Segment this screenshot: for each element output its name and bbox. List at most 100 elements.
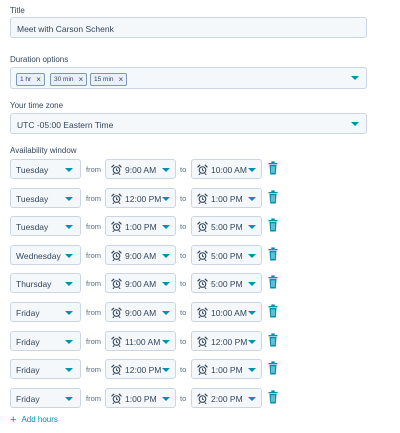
close-icon[interactable]: ×	[79, 75, 84, 84]
chevron-down-icon	[162, 168, 170, 172]
start-time-select[interactable]: 12:00 PM	[105, 359, 176, 379]
chevron-down-icon	[248, 340, 256, 344]
alarm-clock-icon	[111, 307, 122, 319]
availability-row: Friday from 9:00 AM to 10:00 AM	[10, 302, 390, 322]
trash-icon[interactable]	[268, 161, 278, 175]
chevron-down-icon	[162, 282, 170, 286]
chevron-down-icon	[65, 282, 73, 286]
end-time-select[interactable]: 2:00 PM	[191, 388, 262, 408]
timezone-value: UTC -05:00 Eastern Time	[17, 120, 114, 130]
timezone-select[interactable]: UTC -05:00 Eastern Time	[10, 113, 367, 134]
duration-tag-30min: 30 min ×	[50, 73, 88, 86]
chevron-down-icon	[65, 225, 73, 229]
day-select-value: Tuesday	[16, 165, 49, 175]
duration-tag-label: 15 min	[94, 76, 114, 83]
start-time-select[interactable]: 9:00 AM	[105, 245, 176, 265]
chevron-down-icon	[65, 168, 73, 172]
start-time-select[interactable]: 9:00 AM	[105, 159, 176, 179]
chevron-down-icon	[162, 340, 170, 344]
chevron-down-icon	[248, 254, 256, 258]
end-time-select[interactable]: 1:00 PM	[191, 359, 262, 379]
end-time-value: 2:00 PM	[211, 394, 243, 404]
trash-icon[interactable]	[268, 275, 278, 289]
timezone-label: Your time zone	[10, 101, 64, 110]
title-label: Title	[10, 6, 25, 15]
availability-row: Tuesday from 9:00 AM to 10:00 AM	[10, 159, 390, 179]
chevron-down-icon	[65, 254, 73, 258]
trash-icon[interactable]	[268, 333, 278, 347]
chevron-down-icon	[248, 282, 256, 286]
trash-icon[interactable]	[268, 390, 278, 404]
day-select[interactable]: Friday	[10, 331, 81, 351]
alarm-clock-icon	[111, 164, 122, 176]
day-select-value: Tuesday	[16, 222, 49, 232]
trash-icon[interactable]	[268, 247, 278, 261]
chevron-down-icon	[162, 311, 170, 315]
add-hours-button[interactable]: + Add hours	[10, 414, 58, 425]
alarm-clock-icon	[197, 193, 208, 205]
from-label: from	[86, 251, 101, 260]
day-select[interactable]: Wednesday	[10, 245, 81, 265]
start-time-value: 9:00 AM	[125, 279, 157, 289]
alarm-clock-icon	[111, 336, 122, 348]
trash-icon[interactable]	[268, 361, 278, 375]
end-time-select[interactable]: 12:00 PM	[191, 331, 262, 351]
close-icon[interactable]: ×	[119, 75, 124, 84]
end-time-value: 12:00 PM	[211, 337, 248, 347]
from-label: from	[86, 337, 101, 346]
end-time-value: 1:00 PM	[211, 194, 243, 204]
availability-row: Friday from 1:00 PM to 2:00 PM	[10, 388, 390, 408]
start-time-select[interactable]: 12:00 PM	[105, 188, 176, 208]
chevron-down-icon	[162, 397, 170, 401]
end-time-select[interactable]: 10:00 AM	[191, 159, 262, 179]
chevron-down-icon	[65, 397, 73, 401]
start-time-select[interactable]: 11:00 AM	[105, 331, 176, 351]
to-label: to	[180, 365, 187, 374]
day-select-value: Friday	[16, 337, 40, 347]
availability-row: Tuesday from 1:00 PM to 5:00 PM	[10, 216, 390, 236]
start-time-select[interactable]: 9:00 AM	[105, 273, 176, 293]
alarm-clock-icon	[197, 307, 208, 319]
start-time-value: 9:00 AM	[125, 251, 157, 261]
end-time-select[interactable]: 5:00 PM	[191, 216, 262, 236]
day-select[interactable]: Tuesday	[10, 159, 81, 179]
end-time-select[interactable]: 10:00 AM	[191, 302, 262, 322]
end-time-value: 5:00 PM	[211, 279, 243, 289]
start-time-value: 12:00 PM	[125, 194, 162, 204]
day-select-value: Wednesday	[16, 251, 61, 261]
day-select[interactable]: Friday	[10, 388, 81, 408]
availability-row: Wednesday from 9:00 AM to 5:00 PM	[10, 245, 390, 265]
to-label: to	[180, 308, 187, 317]
trash-icon[interactable]	[268, 190, 278, 204]
day-select[interactable]: Thursday	[10, 273, 81, 293]
duration-multiselect[interactable]: 1 hr × 30 min × 15 min ×	[10, 67, 367, 89]
alarm-clock-icon	[197, 221, 208, 233]
chevron-down-icon	[248, 197, 256, 201]
end-time-select[interactable]: 1:00 PM	[191, 188, 262, 208]
day-select[interactable]: Friday	[10, 359, 81, 379]
title-input[interactable]: Meet with Carson Schenk	[10, 17, 367, 38]
trash-icon[interactable]	[268, 218, 278, 232]
to-label: to	[180, 194, 187, 203]
chevron-down-icon[interactable]	[351, 76, 359, 80]
start-time-select[interactable]: 1:00 PM	[105, 388, 176, 408]
chevron-down-icon	[248, 397, 256, 401]
day-select[interactable]: Friday	[10, 302, 81, 322]
start-time-select[interactable]: 9:00 AM	[105, 302, 176, 322]
to-label: to	[180, 279, 187, 288]
start-time-value: 1:00 PM	[125, 394, 157, 404]
alarm-clock-icon	[197, 364, 208, 376]
day-select[interactable]: Tuesday	[10, 216, 81, 236]
chevron-down-icon	[351, 122, 359, 126]
day-select[interactable]: Tuesday	[10, 188, 81, 208]
availability-label: Availability window	[10, 146, 77, 155]
trash-icon[interactable]	[268, 304, 278, 318]
chevron-down-icon	[248, 368, 256, 372]
start-time-value: 12:00 PM	[125, 365, 162, 375]
end-time-select[interactable]: 5:00 PM	[191, 245, 262, 265]
start-time-select[interactable]: 1:00 PM	[105, 216, 176, 236]
duration-tag-label: 30 min	[54, 76, 74, 83]
close-icon[interactable]: ×	[36, 75, 41, 84]
end-time-select[interactable]: 5:00 PM	[191, 273, 262, 293]
alarm-clock-icon	[197, 278, 208, 290]
